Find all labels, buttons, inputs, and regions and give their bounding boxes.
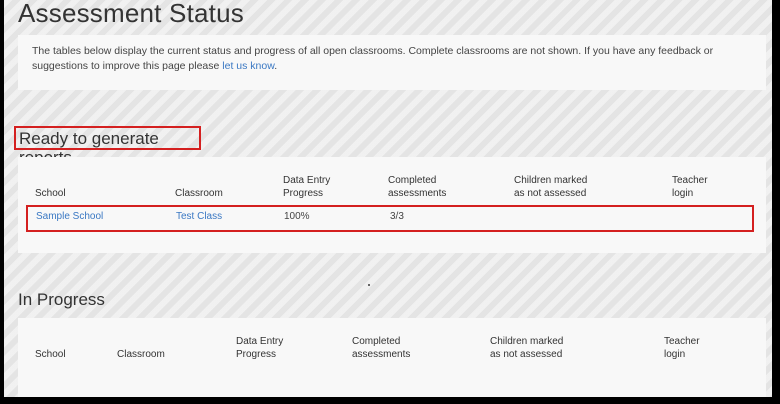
header-data-entry-line2: Progress [283,188,324,199]
header-not-assessed-line2: as not assessed [490,349,563,360]
header-teacher-line1: Teacher [672,175,708,186]
header-not-assessed: Children marked as not assessed [514,174,587,200]
school-link[interactable]: Sample School [36,211,103,222]
header-completed-line2: assessments [388,188,447,199]
header-data-entry-line2: Progress [236,349,277,360]
header-teacher-login: Teacher login [664,335,700,361]
intro-panel: The tables below display the current sta… [18,35,766,90]
header-not-assessed-line2: as not assessed [514,188,587,199]
row-school: Sample School [36,211,103,222]
ready-table: School Classroom Data Entry Progress Com… [18,157,766,253]
in-progress-table: School Classroom Data Entry Progress Com… [18,318,766,397]
separator-dot [368,284,370,286]
header-completed-assessments: Completed assessments [352,335,410,361]
row-classroom: Test Class [176,211,222,222]
row-progress: 100% [284,211,310,222]
header-data-entry-progress: Data Entry Progress [236,335,283,361]
ready-section-title: Ready to generate reports [14,126,201,167]
row-completed: 3/3 [390,211,404,222]
header-classroom: Classroom [117,349,165,360]
header-completed-line1: Completed [388,175,437,186]
header-data-entry-progress: Data Entry Progress [283,174,330,200]
feedback-link[interactable]: let us know [222,60,274,72]
page-title: Assessment Status [18,0,244,28]
header-completed-assessments: Completed assessments [388,174,446,200]
header-teacher-line1: Teacher [664,336,700,347]
header-school: School [35,349,66,360]
header-teacher-line2: login [664,349,686,360]
header-not-assessed-line1: Children marked [514,175,588,186]
header-classroom: Classroom [175,188,223,199]
header-data-entry-line1: Data Entry [283,175,331,186]
header-completed-line1: Completed [352,336,401,347]
header-teacher-login: Teacher login [672,174,708,200]
header-school: School [35,188,66,199]
classroom-link[interactable]: Test Class [176,211,222,222]
intro-text: The tables below display the current sta… [32,45,714,72]
header-not-assessed: Children marked as not assessed [490,335,563,361]
page-frame: Assessment Status The tables below displ… [4,0,772,397]
header-data-entry-line1: Data Entry [236,336,284,347]
in-progress-section-title: In Progress [18,290,105,309]
header-not-assessed-line1: Children marked [490,336,564,347]
header-teacher-line2: login [672,188,694,199]
intro-end: . [274,60,278,72]
header-completed-line2: assessments [352,349,411,360]
